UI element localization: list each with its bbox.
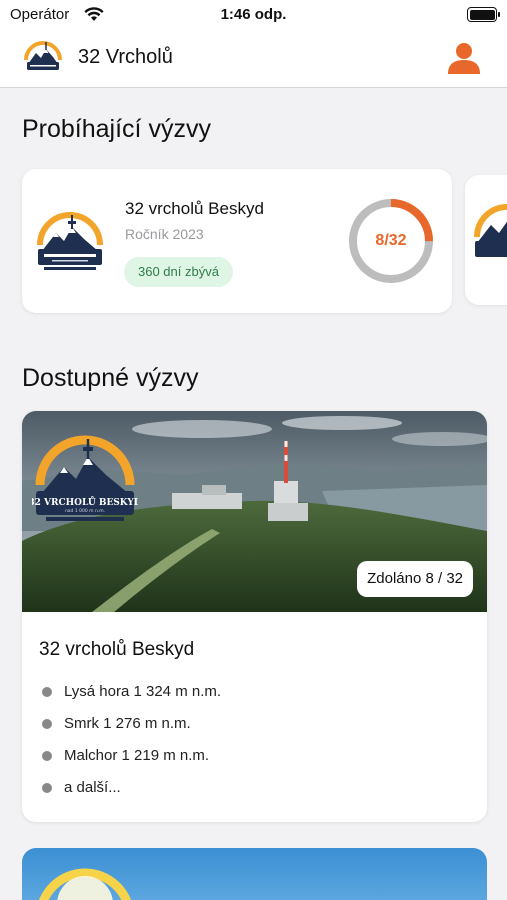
days-left-badge: 360 dní zbývá	[124, 257, 233, 287]
clock: 1:46 odp.	[220, 6, 287, 23]
status-bar: Operátor 1:46 odp.	[0, 0, 507, 30]
next-ongoing-card[interactable]	[465, 175, 507, 305]
challenge-name: 32 vrcholů Beskyd	[39, 639, 195, 660]
challenge-name: 32 vrcholů Beskyd	[125, 199, 264, 218]
battery-icon	[467, 7, 500, 22]
ongoing-challenge-card[interactable]: 32 vrcholů Beskyd Ročník 2023 360 dní zb…	[22, 169, 452, 313]
peak-list-item: a další...	[42, 777, 221, 809]
progress-label: 8/32	[375, 232, 407, 249]
challenge-logo-icon	[37, 212, 103, 270]
completed-badge: Zdoláno 8 / 32	[357, 561, 473, 597]
app-title: 32 Vrcholů	[78, 46, 173, 68]
challenge-year: Ročník 2023	[125, 226, 204, 242]
app-logo-icon	[24, 41, 62, 70]
ongoing-section-title: Probíhající výzvy	[22, 115, 211, 143]
challenge-logo-icon	[38, 868, 132, 900]
peak-list: Lysá hora 1 324 m n.m. Smrk 1 276 m n.m.…	[42, 681, 221, 809]
peak-list-item: Lysá hora 1 324 m n.m.	[42, 681, 221, 713]
logo-main-text: 32 VRCHOLŮ BESKYD	[32, 496, 138, 508]
challenge-logo-icon: 32 VRCHOLŮ BESKYD nad 1 000 m n.m.	[32, 435, 138, 521]
nav-bar: 32 Vrcholů	[0, 30, 507, 88]
available-challenge-card[interactable]: 32 VRCHOLŮ BESKYD nad 1 000 m n.m. Zdolá…	[22, 411, 487, 822]
logo-sub-text: nad 1 000 m n.m.	[65, 508, 105, 514]
challenge-logo-icon	[474, 204, 507, 257]
peak-list-item: Smrk 1 276 m n.m.	[42, 713, 221, 745]
available-section-title: Dostupné výzvy	[22, 364, 199, 392]
peak-list-item: Malchor 1 219 m n.m.	[42, 745, 221, 777]
next-available-card[interactable]	[22, 848, 487, 900]
person-icon[interactable]	[447, 42, 481, 74]
